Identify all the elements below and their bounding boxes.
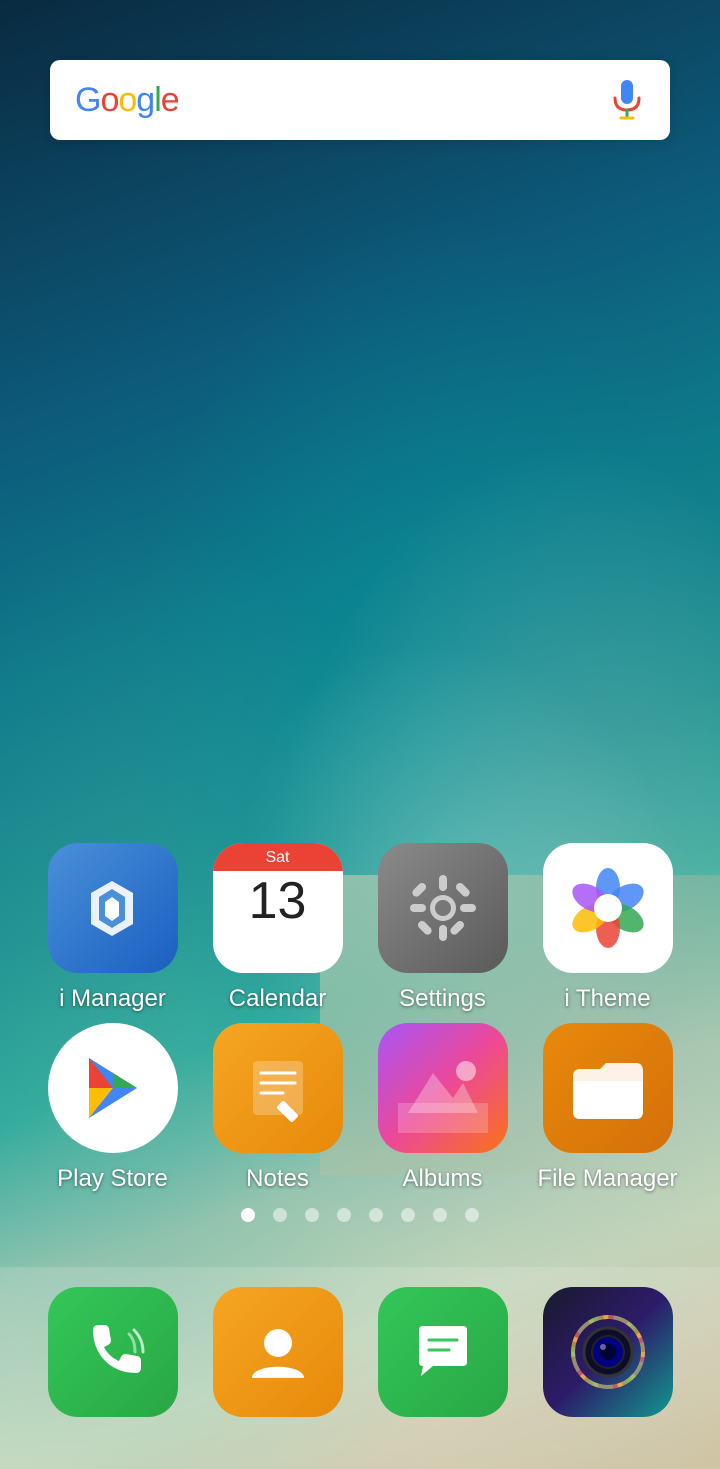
app-settings[interactable]: Settings <box>365 843 520 1013</box>
albums-icon <box>378 1023 508 1153</box>
imanager-icon <box>48 843 178 973</box>
messages-icon <box>378 1287 508 1417</box>
settings-icon <box>378 843 508 973</box>
dot-1 <box>241 1208 255 1222</box>
search-bar-area: Google <box>0 0 720 160</box>
app-grid: i Manager Sat 13 Calendar <box>0 843 720 1267</box>
notes-icon <box>213 1023 343 1153</box>
filemanager-label: File Manager <box>537 1165 677 1193</box>
app-row-2: Play Store Notes <box>30 1023 690 1193</box>
app-calendar[interactable]: Sat 13 Calendar <box>200 843 355 1013</box>
home-screen: Google <box>0 0 720 1469</box>
wallpaper-spacer <box>0 160 720 843</box>
app-imanager[interactable]: i Manager <box>35 843 190 1013</box>
notes-label: Notes <box>246 1165 309 1193</box>
settings-label: Settings <box>399 985 486 1013</box>
dock <box>0 1267 720 1469</box>
app-notes[interactable]: Notes <box>200 1023 355 1193</box>
google-search-bar[interactable]: Google <box>50 60 670 140</box>
calendar-date: 13 <box>249 871 307 927</box>
app-playstore[interactable]: Play Store <box>35 1023 190 1193</box>
dot-4 <box>337 1208 351 1222</box>
google-logo: Google <box>75 81 179 120</box>
playstore-label: Play Store <box>57 1165 168 1193</box>
dot-2 <box>273 1208 287 1222</box>
app-filemanager[interactable]: File Manager <box>530 1023 685 1193</box>
dot-5 <box>369 1208 383 1222</box>
app-albums[interactable]: Albums <box>365 1023 520 1193</box>
calendar-day: Sat <box>213 843 343 871</box>
dock-messages[interactable] <box>365 1287 520 1429</box>
itheme-icon <box>543 843 673 973</box>
camera-icon <box>543 1287 673 1417</box>
albums-label: Albums <box>402 1165 482 1193</box>
dot-8 <box>465 1208 479 1222</box>
dock-camera[interactable] <box>530 1287 685 1429</box>
microphone-icon[interactable] <box>609 82 645 118</box>
contacts-icon <box>213 1287 343 1417</box>
dot-6 <box>401 1208 415 1222</box>
itheme-label: i Theme <box>564 985 650 1013</box>
page-indicator <box>30 1208 690 1222</box>
dot-3 <box>305 1208 319 1222</box>
dot-7 <box>433 1208 447 1222</box>
phone-icon <box>48 1287 178 1417</box>
playstore-icon <box>48 1023 178 1153</box>
calendar-label: Calendar <box>229 985 326 1013</box>
imanager-label: i Manager <box>59 985 166 1013</box>
filemanager-icon <box>543 1023 673 1153</box>
calendar-icon: Sat 13 <box>213 843 343 973</box>
app-itheme[interactable]: i Theme <box>530 843 685 1013</box>
dock-phone[interactable] <box>35 1287 190 1429</box>
app-row-1: i Manager Sat 13 Calendar <box>30 843 690 1013</box>
dock-contacts[interactable] <box>200 1287 355 1429</box>
